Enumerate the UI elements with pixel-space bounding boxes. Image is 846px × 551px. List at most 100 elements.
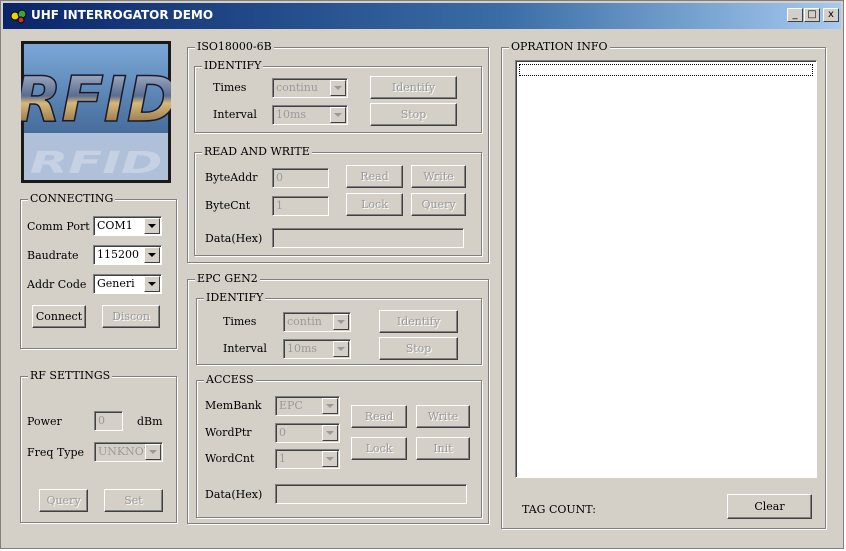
rf-settings-label: RF SETTINGS	[28, 369, 113, 382]
epc-stop-button[interactable]: Stop	[379, 337, 458, 360]
baudrate-value: 115200	[97, 248, 139, 261]
chevron-down-icon[interactable]	[322, 425, 338, 441]
rfid-logo-image: RFID RFID	[21, 44, 171, 180]
bytecnt-input[interactable]: 1	[272, 196, 329, 216]
chevron-down-icon[interactable]	[144, 218, 160, 234]
epc-interval-select[interactable]: 10ms	[283, 339, 351, 359]
epc-lock-button[interactable]: Lock	[351, 437, 407, 460]
operation-info-label: OPRATION INFO	[509, 40, 610, 53]
epc-identify-group: IDENTIFY Times contin Interval 10ms Iden…	[196, 291, 482, 365]
iso-query-button[interactable]: Query	[411, 193, 466, 216]
list-focus-row[interactable]	[519, 64, 813, 76]
baudrate-select[interactable]: 115200	[93, 245, 162, 265]
epc-times-label: Times	[223, 315, 257, 328]
maximize-button[interactable]: □	[804, 8, 820, 22]
epc-interval-value: 10ms	[287, 342, 318, 355]
chevron-down-icon[interactable]	[145, 444, 161, 460]
app-icon	[10, 9, 27, 24]
iso-rw-group: READ AND WRITE ByteAddr 0 ByteCnt 1 Data…	[194, 145, 482, 256]
membank-label: MemBank	[205, 399, 262, 412]
rf-settings-group: RF SETTINGS Power 0 dBm Freq Type UNKNOW…	[20, 369, 177, 523]
epc-init-button[interactable]: Init	[416, 437, 470, 460]
byteaddr-input[interactable]: 0	[272, 168, 329, 188]
connecting-label: CONNECTING	[28, 192, 116, 205]
window-title: UHF INTERROGATOR DEMO	[31, 8, 214, 22]
epc-identify-label: IDENTIFY	[204, 291, 266, 304]
epc-data-input[interactable]	[275, 484, 467, 504]
clear-button[interactable]: Clear	[727, 494, 812, 519]
epc-write-button[interactable]: Write	[416, 405, 470, 428]
addr-code-label: Addr Code	[27, 278, 87, 291]
comm-port-value: COM1	[97, 219, 133, 232]
discon-button[interactable]: Discon	[102, 305, 160, 328]
freq-type-select[interactable]: UNKNOW	[94, 442, 163, 462]
power-input[interactable]: 0	[94, 411, 123, 431]
chevron-down-icon[interactable]	[322, 451, 338, 467]
epc-read-button[interactable]: Read	[351, 405, 407, 428]
title-bar[interactable]: UHF INTERROGATOR DEMO _ □ x	[3, 3, 841, 29]
iso-identify-button[interactable]: Identify	[370, 76, 457, 99]
tag-count-label: TAG COUNT:	[522, 503, 596, 516]
wordptr-label: WordPtr	[205, 426, 252, 439]
freq-type-label: Freq Type	[27, 446, 85, 459]
rfid-logo: RFID RFID	[21, 41, 171, 183]
minimize-icon: _	[792, 9, 798, 20]
membank-value: EPC	[279, 399, 303, 412]
chevron-down-icon[interactable]	[330, 107, 346, 123]
epc-times-select[interactable]: contin	[283, 312, 351, 332]
iso-identify-label: IDENTIFY	[202, 59, 264, 72]
iso-interval-select[interactable]: 10ms	[272, 105, 348, 125]
iso-lock-button[interactable]: Lock	[346, 193, 403, 216]
connect-button[interactable]: Connect	[32, 305, 86, 328]
connecting-group: CONNECTING Comm Port COM1 Baudrate 11520…	[20, 192, 177, 349]
membank-select[interactable]: EPC	[275, 396, 340, 416]
iso-interval-value: 10ms	[276, 108, 307, 121]
logo-reflection: RFID	[30, 145, 163, 180]
power-label: Power	[27, 415, 62, 428]
byteaddr-label: ByteAddr	[205, 171, 258, 184]
iso-stop-button[interactable]: Stop	[370, 103, 457, 126]
wordcnt-value: 1	[279, 452, 286, 465]
rf-query-button[interactable]: Query	[39, 489, 88, 512]
epc-times-value: contin	[287, 315, 322, 328]
close-button[interactable]: x	[823, 8, 839, 22]
wordptr-value: 0	[279, 426, 286, 439]
iso-write-button[interactable]: Write	[411, 165, 466, 188]
iso-interval-label: Interval	[213, 108, 257, 121]
iso-times-label: Times	[213, 81, 247, 94]
iso-read-button[interactable]: Read	[346, 165, 403, 188]
bytecnt-label: ByteCnt	[205, 199, 251, 212]
iso-data-label: Data(Hex)	[205, 232, 263, 245]
operation-info-list[interactable]	[515, 60, 817, 478]
comm-port-select[interactable]: COM1	[93, 216, 162, 236]
chevron-down-icon[interactable]	[333, 314, 349, 330]
chevron-down-icon[interactable]	[333, 341, 349, 357]
iso-group: ISO18000-6B IDENTIFY Times continu Inter…	[187, 40, 489, 263]
main-window: UHF INTERROGATOR DEMO _ □ x RFID RFID CO…	[0, 0, 844, 549]
wordcnt-label: WordCnt	[205, 452, 255, 465]
baudrate-label: Baudrate	[27, 249, 79, 262]
epc-access-label: ACCESS	[204, 373, 256, 386]
maximize-icon: □	[807, 9, 817, 20]
epc-data-label: Data(Hex)	[205, 488, 263, 501]
chevron-down-icon[interactable]	[144, 276, 160, 292]
addr-code-value: Generi	[97, 277, 135, 290]
epc-access-group: ACCESS MemBank EPC WordPtr 0 WordCnt 1 D…	[196, 373, 482, 518]
chevron-down-icon[interactable]	[144, 247, 160, 263]
wordcnt-select[interactable]: 1	[275, 449, 340, 469]
iso-times-value: continu	[276, 81, 318, 94]
minimize-button[interactable]: _	[787, 8, 803, 22]
epc-identify-button[interactable]: Identify	[379, 310, 458, 333]
wordptr-select[interactable]: 0	[275, 423, 340, 443]
iso-data-input[interactable]	[272, 228, 464, 248]
logo-text: RFID	[21, 63, 171, 136]
iso-identify-group: IDENTIFY Times continu Interval 10ms Ide…	[194, 59, 482, 133]
power-unit: dBm	[137, 415, 163, 428]
chevron-down-icon[interactable]	[322, 398, 338, 414]
rf-set-button[interactable]: Set	[104, 489, 163, 512]
iso-times-select[interactable]: continu	[272, 78, 348, 98]
addr-code-select[interactable]: Generi	[93, 274, 162, 294]
epc-interval-label: Interval	[223, 342, 267, 355]
chevron-down-icon[interactable]	[330, 80, 346, 96]
epc-group: EPC GEN2 IDENTIFY Times contin Interval …	[187, 272, 489, 524]
